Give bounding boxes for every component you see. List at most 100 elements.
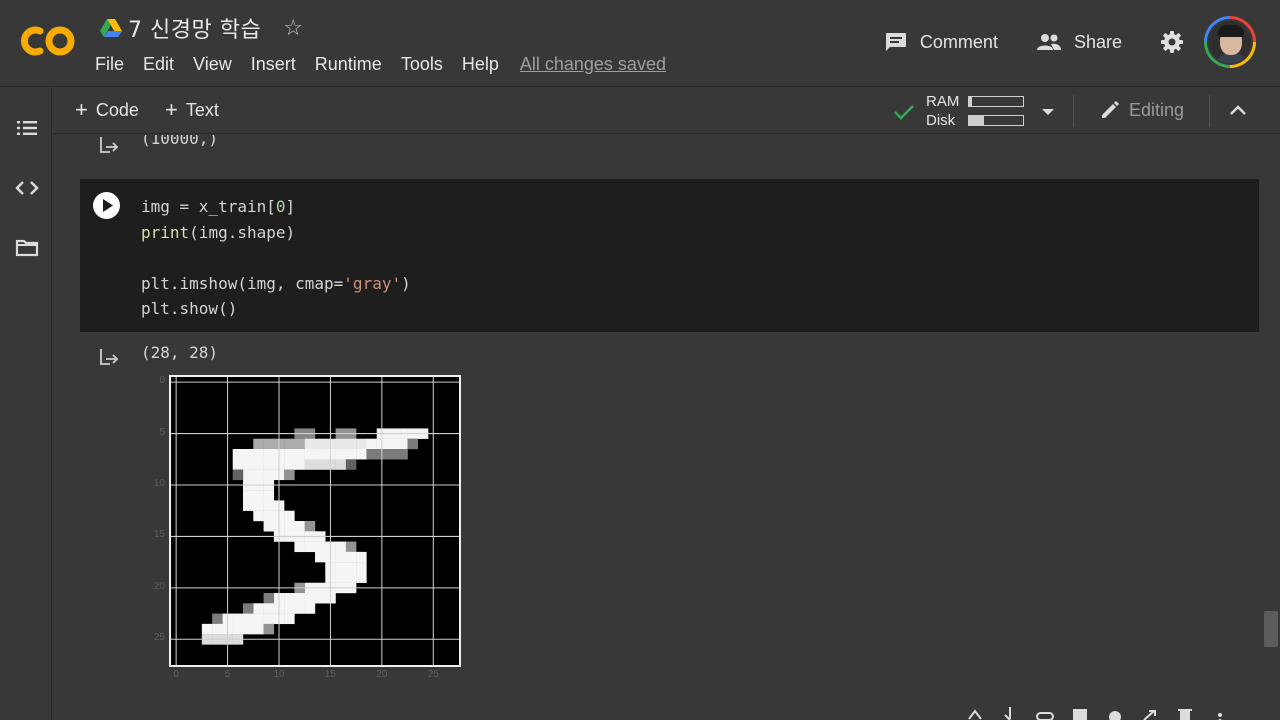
share-label: Share	[1073, 31, 1122, 52]
digit-pixel-grid	[171, 377, 459, 665]
output-icon[interactable]	[98, 347, 120, 367]
comment-button[interactable]: Comment	[884, 31, 998, 53]
top-bar: CO 7 신경망 학습 ☆ File Edit View Insert Runt…	[0, 0, 1280, 86]
digit-pixel	[263, 613, 275, 625]
output-icon[interactable]	[98, 135, 120, 155]
editing-mode-button[interactable]: Editing	[1099, 99, 1184, 121]
folder-icon[interactable]	[14, 235, 40, 261]
digit-pixel	[243, 469, 254, 481]
scrollbar-thumb[interactable]	[1264, 611, 1278, 647]
digit-pixel	[335, 541, 347, 553]
disk-label: Disk	[926, 112, 956, 129]
menu-view[interactable]: View	[193, 54, 232, 75]
delete-cell-icon[interactable]	[1175, 705, 1195, 720]
code-line-1: img = x_train[0]	[141, 197, 296, 216]
resource-monitor[interactable]: RAM Disk	[893, 93, 1093, 129]
digit-pixel	[263, 603, 275, 614]
cell-toolbar	[965, 705, 1245, 720]
comment-cell-icon[interactable]	[1070, 705, 1090, 720]
digit-pixel	[356, 438, 367, 450]
more-options-icon[interactable]	[1210, 705, 1230, 720]
mnist-digit-image	[169, 375, 461, 667]
account-avatar[interactable]	[1204, 16, 1256, 68]
table-of-contents-icon[interactable]	[14, 115, 40, 141]
link-icon[interactable]	[1035, 705, 1055, 720]
left-sidebar	[0, 86, 52, 720]
star-icon[interactable]: ☆	[283, 17, 303, 39]
digit-pixel	[345, 449, 357, 460]
digit-pixel	[304, 438, 316, 450]
ram-label: RAM	[926, 93, 960, 110]
disk-usage-bar	[968, 115, 1024, 126]
digit-pixel	[407, 438, 419, 450]
people-icon	[1036, 34, 1061, 50]
x-tick-label: 25	[427, 669, 439, 680]
menu-tools[interactable]: Tools	[401, 54, 443, 75]
digit-pixel	[294, 459, 305, 470]
digit-pixel	[284, 469, 295, 481]
menu-insert[interactable]: Insert	[251, 54, 296, 75]
digit-pixel	[304, 541, 316, 553]
y-tick-label: 5	[159, 426, 165, 438]
checkmark-icon	[894, 105, 914, 120]
y-tick-label: 15	[153, 529, 165, 541]
digit-pixel	[243, 449, 254, 460]
digit-pixel	[253, 469, 264, 481]
digit-pixel	[335, 562, 347, 573]
digit-pixel	[263, 500, 275, 511]
digit-pixel	[294, 449, 305, 460]
add-text-label: Text	[185, 99, 219, 120]
digit-pixel	[253, 613, 264, 625]
digit-pixel	[315, 449, 326, 460]
chevron-up-icon[interactable]	[1228, 101, 1248, 121]
code-line-2: print(img.shape)	[141, 222, 296, 242]
digit-pixel	[335, 551, 347, 563]
move-up-icon[interactable]	[965, 705, 985, 720]
code-snippets-icon[interactable]	[14, 175, 40, 201]
gear-icon[interactable]	[1160, 30, 1184, 54]
digit-pixel	[356, 449, 367, 460]
digit-pixel	[263, 469, 275, 481]
cell-settings-icon[interactable]	[1105, 705, 1125, 720]
digit-pixel	[232, 449, 244, 460]
menu-help[interactable]: Help	[462, 54, 499, 75]
add-code-button[interactable]: + Code	[75, 99, 139, 121]
code-line-3: ​	[141, 245, 411, 271]
add-text-button[interactable]: + Text	[165, 99, 219, 121]
digit-pixel	[253, 490, 264, 501]
code-cell[interactable]: img = x_train[0] print(img.shape) ​plt.ims…	[80, 179, 1259, 332]
digit-pixel	[294, 541, 305, 553]
share-button[interactable]: Share	[1036, 32, 1122, 53]
digit-pixel	[304, 593, 316, 604]
caret-down-icon[interactable]	[1041, 101, 1055, 121]
open-in-tab-icon[interactable]	[1140, 705, 1160, 720]
digit-pixel	[304, 521, 316, 532]
digit-pixel	[345, 562, 357, 573]
digit-pixel	[315, 459, 326, 470]
digit-pixel	[315, 551, 326, 563]
digit-pixel	[345, 551, 357, 563]
digit-pixel	[284, 459, 295, 470]
save-status-link[interactable]: All changes saved	[520, 54, 666, 75]
code-editor[interactable]: img = x_train[0] print(img.shape) ​plt.ims…	[141, 194, 411, 322]
digit-pixel	[263, 490, 275, 501]
colab-logo[interactable]	[18, 22, 76, 60]
digit-pixel	[232, 459, 244, 470]
digit-pixel	[253, 510, 264, 522]
play-icon	[103, 199, 113, 212]
add-code-label: Code	[95, 99, 139, 120]
menu-bar: File Edit View Insert Runtime Tools Help…	[95, 54, 666, 75]
digit-pixel	[243, 500, 254, 511]
digit-pixel	[294, 603, 305, 614]
menu-edit[interactable]: Edit	[143, 54, 174, 75]
digit-pixel	[243, 490, 254, 501]
notebook-title[interactable]: 7 신경망 학습	[128, 12, 261, 44]
digit-pixel	[335, 438, 347, 450]
run-cell-button[interactable]	[93, 192, 120, 219]
title-row: 7 신경망 학습 ☆	[100, 12, 303, 44]
move-down-icon[interactable]	[1000, 705, 1020, 720]
menu-file[interactable]: File	[95, 54, 124, 75]
digit-pixel	[315, 541, 326, 553]
menu-runtime[interactable]: Runtime	[315, 54, 382, 75]
digit-pixel	[284, 438, 295, 450]
